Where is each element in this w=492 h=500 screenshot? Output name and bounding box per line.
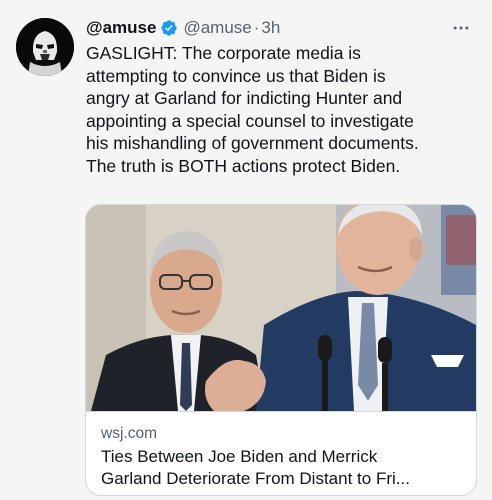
tweet-text: GASLIGHT: The corporate media is attempt… bbox=[86, 43, 419, 176]
link-card-meta: wsj.com Ties Between Joe Biden and Merri… bbox=[86, 411, 476, 490]
card-title-line-2: Garland Deteriorate From Distant to Fri.… bbox=[101, 469, 410, 488]
verified-badge-icon[interactable] bbox=[160, 19, 178, 37]
timestamp[interactable]: 3h bbox=[261, 18, 280, 38]
tweet-header: @amuse @amuse · 3h bbox=[86, 16, 280, 40]
card-title[interactable]: Ties Between Joe Biden and Merrick Garla… bbox=[101, 446, 461, 490]
card-domain: wsj.com bbox=[101, 425, 157, 442]
separator-dot: · bbox=[253, 18, 260, 37]
more-horizontal-icon[interactable] bbox=[450, 18, 472, 38]
tweet[interactable]: @amuse @amuse · 3h GASLIGHT: The corpora… bbox=[0, 0, 492, 500]
link-card[interactable]: wsj.com Ties Between Joe Biden and Merri… bbox=[85, 204, 477, 496]
display-name[interactable]: @amuse bbox=[86, 18, 156, 38]
link-card-image bbox=[86, 205, 476, 411]
handle[interactable]: @amuse bbox=[183, 18, 251, 38]
stormtrooper-avatar-image bbox=[16, 18, 74, 76]
avatar[interactable] bbox=[16, 18, 74, 76]
card-title-line-1: Ties Between Joe Biden and Merrick bbox=[101, 447, 378, 466]
